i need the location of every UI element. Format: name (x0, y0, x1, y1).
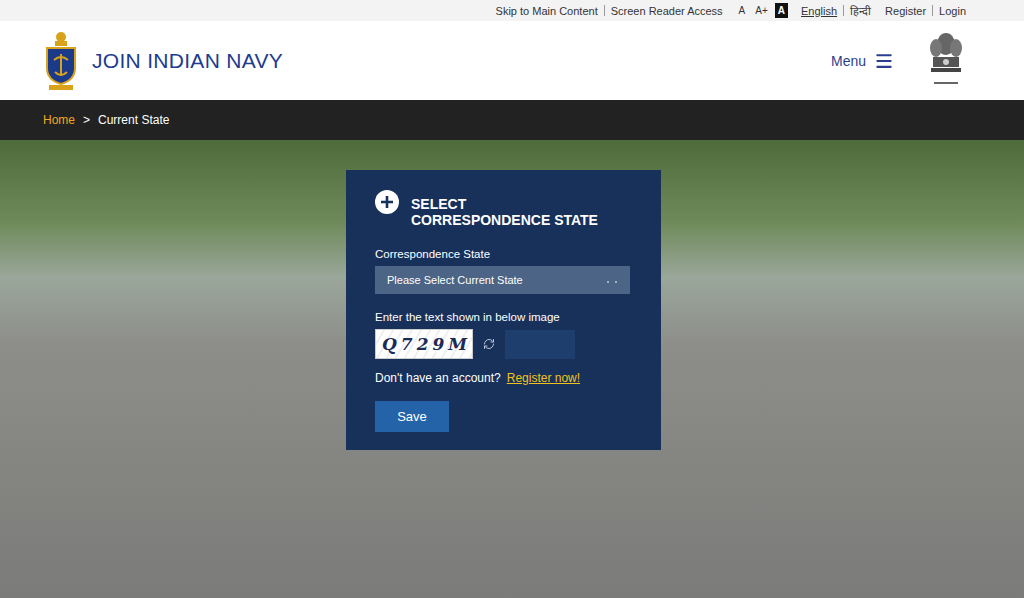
captcha-image: Q729M (375, 329, 473, 359)
accessibility-links: Skip to Main Content Screen Reader Access (496, 5, 723, 17)
state-select[interactable]: Please Select Current State (375, 266, 630, 294)
field-label: Correspondence State (375, 248, 632, 260)
account-links: Register Login (885, 5, 966, 17)
brand[interactable]: JOIN INDIAN NAVY (44, 30, 831, 92)
breadcrumb-item[interactable]: Home (43, 113, 75, 127)
breadcrumb-separator: > (83, 113, 90, 127)
page: Skip to Main Content Screen Reader Access… (0, 0, 1024, 598)
menu-button[interactable]: Menu (831, 51, 894, 71)
language-option[interactable]: English (801, 5, 837, 17)
language-switch: English हिन्दी (801, 3, 871, 18)
top-link[interactable]: Skip to Main Content (496, 5, 598, 17)
captcha-label: Enter the text shown in below image (375, 311, 632, 323)
hamburger-icon (874, 51, 894, 71)
header: JOIN INDIAN NAVY Menu (0, 21, 1024, 100)
account-link[interactable]: Login (939, 5, 966, 17)
captcha-row: Q729M (375, 329, 632, 359)
top-link[interactable]: Screen Reader Access (611, 5, 723, 17)
form-header: SELECTCORRESPONDENCE STATE (375, 190, 632, 228)
plus-circle-icon (375, 190, 399, 214)
separator (843, 5, 844, 16)
separator (604, 5, 605, 16)
top-bar: Skip to Main Content Screen Reader Access… (0, 0, 1024, 21)
font-size-button[interactable]: A (737, 4, 748, 17)
account-link[interactable]: Register (885, 5, 926, 17)
font-size-button[interactable]: A (776, 4, 787, 17)
breadcrumb: Home > Current State (0, 100, 1024, 140)
register-link[interactable]: Register now! (507, 371, 580, 385)
national-emblem-icon (928, 30, 964, 92)
captcha-input[interactable] (505, 330, 575, 359)
save-button[interactable]: Save (375, 401, 449, 432)
hero-photo: SELECTCORRESPONDENCE STATE Correspondence… (0, 140, 1024, 598)
separator (932, 5, 933, 16)
language-option[interactable]: हिन्दी (850, 3, 871, 18)
state-form: SELECTCORRESPONDENCE STATE Correspondence… (346, 170, 661, 450)
register-line: Don't have an account?Register now! (375, 371, 632, 385)
form-title: SELECTCORRESPONDENCE STATE (411, 196, 598, 228)
dropdown-arrow-icon (606, 277, 618, 283)
font-size-controls: A A+ A (737, 4, 787, 17)
site-title[interactable]: JOIN INDIAN NAVY (92, 49, 283, 73)
font-size-button[interactable]: A+ (753, 4, 770, 17)
breadcrumb-item: Current State (98, 113, 169, 127)
refresh-icon[interactable] (483, 338, 495, 350)
navy-crest-icon (44, 30, 78, 92)
